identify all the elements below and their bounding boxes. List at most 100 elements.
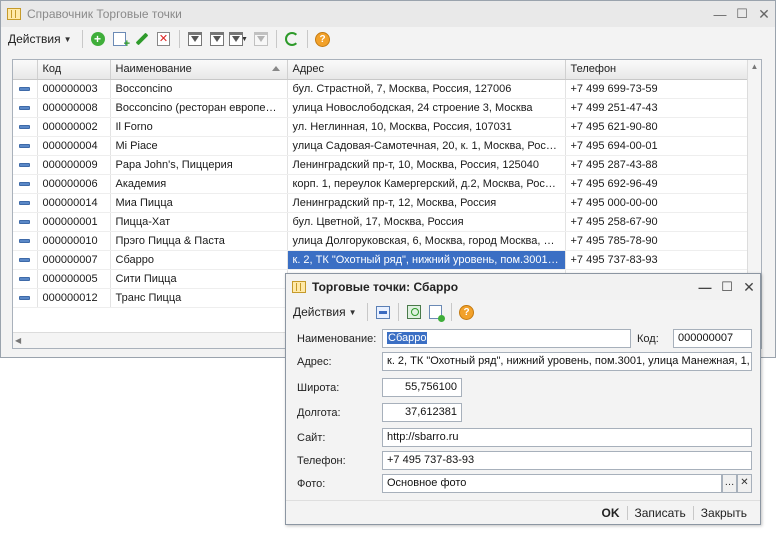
cell-code: 000000008 [37, 98, 111, 118]
close-icon[interactable]: ✕ [753, 3, 775, 25]
maximize-icon[interactable]: ☐ [716, 276, 738, 298]
edit-button[interactable] [132, 29, 152, 49]
catalog-icon [292, 281, 306, 293]
filter-by-value-button[interactable] [207, 29, 227, 49]
save-reread-button[interactable] [404, 302, 424, 322]
refresh-button[interactable] [282, 29, 302, 49]
help-button[interactable]: ? [313, 29, 333, 49]
filter-history-button[interactable]: ▼ [229, 29, 249, 49]
latitude-field[interactable]: 55,756100 [382, 378, 462, 397]
clear-filter-button[interactable] [251, 29, 271, 49]
code-label: Код: [637, 333, 659, 345]
phone-field[interactable]: +7 495 737-83-93 [382, 451, 752, 470]
photo-select-button[interactable]: … [722, 474, 737, 493]
cell-code: 000000001 [37, 212, 111, 232]
cell-address: бул. Цветной, 17, Москва, Россия [287, 212, 566, 232]
table-row-selected[interactable]: 000000007 Сбарро к. 2, ТК "Охотный ряд",… [13, 250, 749, 270]
catalog-item-icon [19, 276, 31, 281]
site-row: Сайт: http://sbarro.ru [286, 428, 760, 448]
help-button[interactable]: ? [457, 302, 477, 322]
table-row[interactable]: 000000003 Bocconcino бул. Страстной, 7, … [13, 79, 749, 99]
go-to-button[interactable] [373, 302, 393, 322]
toolbar-separator [275, 30, 277, 48]
cell-name: Миа Пицца [110, 193, 288, 213]
table-row[interactable]: 000000001 Пицца-Хат бул. Цветной, 17, Мо… [13, 212, 749, 232]
scroll-up-icon[interactable]: ▲ [748, 60, 761, 74]
row-marker [13, 117, 38, 137]
row-marker [13, 250, 38, 270]
address-label: Адрес: [297, 356, 332, 368]
row-marker [13, 212, 38, 232]
dialog-titlebar: Торговые точки: Сбарро — ☐ ✕ [286, 274, 760, 300]
actions-menu[interactable]: Действия ▼ [3, 29, 77, 49]
name-field[interactable]: Сбарро [382, 329, 631, 348]
table-row[interactable]: 000000009 Papa John's, Пиццерия Ленингра… [13, 155, 749, 175]
photo-clear-button[interactable]: ✕ [737, 474, 752, 493]
photo-field[interactable]: Основное фото [382, 474, 722, 493]
dialog-actions-menu-label: Действия [293, 305, 346, 319]
main-window-title: Справочник Торговые точки [27, 7, 182, 21]
cell-name: Сити Пицца [110, 269, 288, 289]
table-row[interactable]: 000000006 Академия корп. 1, переулок Кам… [13, 174, 749, 194]
chevron-down-icon: ▼ [63, 34, 72, 44]
table-row[interactable]: 000000008 Bocconcino (ресторан европей… … [13, 98, 749, 118]
table-header-row: Код Наименование Адрес Телефон [13, 60, 749, 80]
table-row[interactable]: 000000010 Прэго Пицца & Паста улица Долг… [13, 231, 749, 251]
cell-phone: +7 495 692-96-49 [565, 174, 749, 194]
toolbar-separator [397, 303, 399, 321]
cell-phone: +7 499 251-47-43 [565, 98, 749, 118]
cell-address: улица Долгоруковская, 6, Москва, город М… [287, 231, 566, 251]
maximize-icon[interactable]: ☐ [731, 3, 753, 25]
close-button[interactable]: Закрыть [692, 505, 754, 520]
row-marker [13, 288, 38, 308]
toolbar-separator [81, 30, 83, 48]
dialog-actions-menu[interactable]: Действия ▼ [288, 302, 362, 322]
minimize-icon[interactable]: — [694, 276, 716, 298]
cell-name: Сбарро [110, 250, 288, 270]
column-header-name[interactable]: Наименование [110, 60, 288, 80]
column-header-code[interactable]: Код [37, 60, 111, 80]
catalog-item-icon [19, 86, 31, 91]
scroll-left-icon[interactable]: ◀ [15, 333, 21, 348]
column-header-phone[interactable]: Телефон [565, 60, 749, 80]
cell-phone: +7 495 621-90-80 [565, 117, 749, 137]
catalog-item-icon [19, 238, 31, 243]
catalog-item-icon [19, 219, 31, 224]
cell-address: Ленинградский пр-т, 10, Москва, Россия, … [287, 155, 566, 175]
catalog-item-icon [19, 181, 31, 186]
row-marker [13, 136, 38, 156]
cell-code: 000000012 [37, 288, 111, 308]
site-field[interactable]: http://sbarro.ru [382, 428, 752, 447]
copy-button[interactable] [110, 29, 130, 50]
longitude-label: Долгота: [297, 407, 341, 419]
catalog-item-icon [19, 105, 31, 110]
delete-button[interactable]: ✕ [154, 29, 174, 49]
address-row: Адрес: к. 2, ТК "Охотный ряд", нижний ур… [286, 352, 760, 372]
copy-item-button[interactable] [426, 302, 446, 322]
minimize-icon[interactable]: — [709, 3, 731, 25]
address-field[interactable]: к. 2, ТК "Охотный ряд", нижний уровень, … [382, 352, 752, 371]
cell-address: к. 2, ТК "Охотный ряд", нижний уровень, … [287, 250, 566, 270]
catalog-item-icon [19, 257, 31, 262]
column-header-address[interactable]: Адрес [287, 60, 566, 80]
save-button[interactable]: Записать [626, 505, 693, 520]
column-marker[interactable] [13, 60, 38, 80]
cell-code: 000000007 [37, 250, 111, 270]
cell-code: 000000003 [37, 79, 111, 99]
table-row[interactable]: 000000002 Il Forno ул. Неглинная, 10, Мо… [13, 117, 749, 137]
refresh-icon [284, 32, 299, 46]
longitude-field[interactable]: 37,612381 [382, 403, 462, 422]
filter-button[interactable] [185, 29, 205, 49]
row-marker [13, 193, 38, 213]
cell-address: ул. Неглинная, 10, Москва, Россия, 10703… [287, 117, 566, 137]
table-row[interactable]: 000000014 Миа Пицца Ленинградский пр-т, … [13, 193, 749, 213]
ok-button[interactable]: OK [595, 506, 627, 520]
add-button[interactable]: + [88, 29, 108, 49]
table-row[interactable]: 000000004 Mi Piace улица Садовая-Самотеч… [13, 136, 749, 156]
help-icon: ? [315, 31, 330, 47]
cell-address: улица Садовая-Самотечная, 20, к. 1, Моск… [287, 136, 566, 156]
code-field[interactable]: 000000007 [673, 329, 752, 348]
close-icon[interactable]: ✕ [738, 276, 760, 298]
filter-history-icon [229, 32, 244, 46]
cell-code: 000000009 [37, 155, 111, 175]
